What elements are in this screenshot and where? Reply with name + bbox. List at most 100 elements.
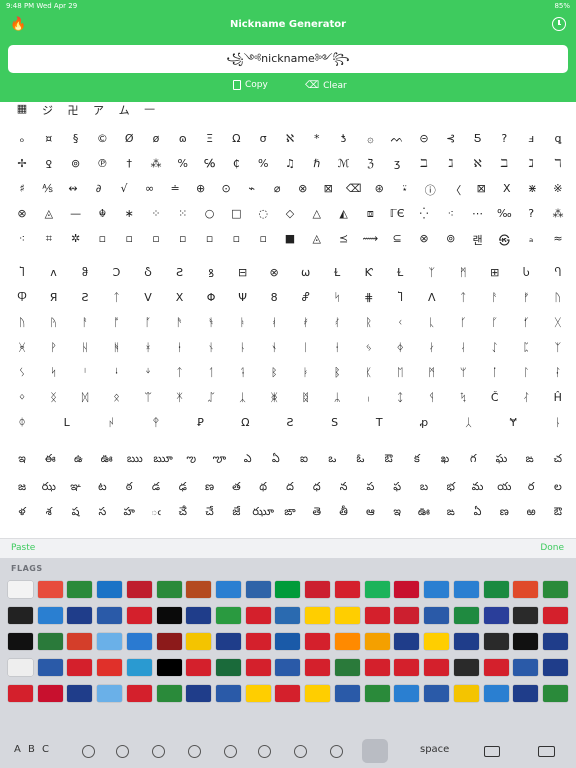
symbol-cell[interactable]: త	[224, 480, 248, 496]
symbol-cell[interactable]: Ⴢ	[136, 266, 160, 281]
flag-emoji[interactable]	[216, 685, 242, 702]
symbol-cell[interactable]: Ψ	[231, 291, 255, 304]
symbol-cell[interactable]: ○	[198, 207, 222, 221]
flag-emoji[interactable]	[453, 581, 479, 598]
symbol-cell[interactable]: ※	[546, 182, 570, 198]
symbol-cell[interactable]: ఙా	[278, 505, 302, 521]
symbol-cell[interactable]: ఏ	[466, 505, 490, 521]
flag-emoji[interactable]	[8, 659, 33, 676]
flag-emoji[interactable]	[67, 659, 93, 676]
symbol-cell[interactable]	[546, 102, 570, 118]
symbol-cell[interactable]: S	[323, 416, 347, 429]
symbol-cell[interactable]: Λ	[420, 291, 444, 304]
symbol-cell[interactable]: ఋ	[123, 452, 147, 468]
flag-emoji[interactable]	[186, 685, 212, 702]
symbol-cell[interactable]: ᛗ	[420, 366, 444, 379]
symbol-cell[interactable]: స	[90, 505, 114, 521]
symbol-cell[interactable]: †	[117, 157, 141, 172]
symbol-cell[interactable]: ᛂ	[325, 341, 349, 354]
symbol-cell[interactable]: ఫ	[385, 480, 409, 496]
symbol-cell[interactable]	[469, 102, 493, 118]
symbol-cell[interactable]: Ɏ	[501, 416, 525, 429]
symbol-cell[interactable]: ఊ	[95, 452, 119, 468]
symbol-cell[interactable]: చ	[546, 452, 570, 468]
symbol-cell[interactable]: ᛨ	[388, 391, 412, 404]
symbol-cell[interactable]: ℷ	[439, 157, 463, 172]
flag-emoji[interactable]	[275, 633, 301, 650]
symbol-cell[interactable]: ᛕ	[357, 366, 381, 379]
symbol-cell[interactable]: ᛓ	[294, 366, 318, 379]
symbol-cell[interactable]: ᛪ	[451, 391, 475, 404]
symbol-cell[interactable]: ◇	[278, 207, 302, 221]
symbol-cell[interactable]: ꝸ	[199, 266, 223, 281]
symbol-cell[interactable]: ℵ	[278, 132, 302, 146]
symbol-cell[interactable]: Ⴑ	[514, 266, 538, 281]
recent-clock-icon[interactable]	[82, 745, 95, 758]
symbol-cell[interactable]: Ω	[224, 132, 248, 146]
symbol-cell[interactable]: ᚤ	[42, 316, 66, 329]
flag-emoji[interactable]	[186, 633, 212, 650]
symbol-cell[interactable]: ⊰	[439, 132, 463, 146]
symbol-cell[interactable]: ⊞	[483, 266, 507, 281]
symbol-cell[interactable]: ✲	[64, 232, 88, 248]
symbol-cell[interactable]: డ	[144, 480, 168, 496]
symbol-cell[interactable]: ᛏ	[168, 366, 192, 379]
symbol-cell[interactable]: ᛤ	[262, 391, 286, 404]
symbol-cell[interactable]: ¤	[37, 132, 61, 146]
symbol-cell[interactable]: —	[64, 207, 88, 221]
symbol-cell[interactable]: ఱ	[519, 505, 543, 521]
symbol-cell[interactable]: ⊠	[469, 182, 493, 198]
symbol-cell[interactable]: ౡ	[207, 452, 231, 468]
symbol-cell[interactable]: ఓ	[348, 452, 372, 468]
symbol-cell[interactable]: చే	[198, 505, 222, 521]
symbol-cell[interactable]: 8	[262, 291, 286, 304]
symbol-cell[interactable]	[418, 102, 442, 118]
flag-emoji[interactable]	[275, 581, 301, 598]
symbol-cell[interactable]: భ	[439, 480, 463, 496]
symbol-cell[interactable]: ᚨ	[483, 291, 507, 304]
flag-emoji[interactable]	[67, 633, 93, 650]
lightbulb-icon[interactable]	[294, 745, 307, 758]
symbol-cell[interactable]: ⓘ	[418, 182, 442, 198]
flag-emoji[interactable]	[275, 659, 301, 676]
flag-emoji[interactable]	[216, 659, 242, 676]
symbol-cell[interactable]: ⁂	[546, 207, 570, 221]
flag-emoji[interactable]	[334, 659, 360, 676]
ball-icon[interactable]	[224, 745, 237, 758]
symbol-cell[interactable]: ఇ	[10, 452, 34, 468]
symbol-cell[interactable]: ᚸ	[10, 341, 34, 354]
symbol-cell[interactable]: తె	[305, 505, 329, 521]
flag-emoji[interactable]	[97, 581, 123, 598]
symbol-cell[interactable]	[444, 102, 468, 118]
symbol-cell[interactable]: ᚲ	[388, 316, 412, 329]
symbol-cell[interactable]: ᛦ	[325, 391, 349, 404]
symbol-cell[interactable]: ᚫ	[168, 316, 192, 329]
flag-emoji[interactable]	[513, 633, 539, 650]
symbol-cell[interactable]: ఉ	[66, 452, 90, 468]
symbol-cell[interactable]: య	[492, 480, 516, 496]
symbol-cell[interactable]: ఁ	[144, 505, 168, 521]
symbol-cell[interactable]: ‰	[492, 207, 516, 221]
symbol-cell[interactable]: ◬	[37, 207, 61, 221]
symbol-cell[interactable]: ■	[278, 232, 302, 248]
symbol-cell[interactable]: ᚶ	[514, 316, 538, 329]
symbol-cell[interactable]: Ⴈ	[388, 291, 412, 304]
flag-emoji[interactable]	[424, 581, 450, 598]
symbol-cell[interactable]: ᛊ	[10, 366, 34, 379]
nickname-input[interactable]: ꧁༺nickname༻꧂	[8, 45, 568, 73]
symbol-cell[interactable]: ᛸ	[457, 416, 481, 429]
symbol-cell[interactable]: Ɫ	[388, 266, 412, 281]
symbol-cell[interactable]: §	[64, 132, 88, 146]
symbol-cell[interactable]: ▫	[171, 232, 195, 248]
symbol-cell[interactable]: △	[305, 207, 329, 221]
symbol-cell[interactable]: Ⴔ	[10, 291, 34, 304]
symbol-cell[interactable]: ఎ	[236, 452, 260, 468]
symbol-cell[interactable]	[342, 102, 366, 118]
symbol-cell[interactable]: ⊠	[316, 182, 340, 198]
symbol-cell[interactable]: ᚭ	[231, 316, 255, 329]
flag-emoji[interactable]	[453, 685, 479, 702]
symbol-cell[interactable]	[189, 102, 213, 118]
flag-emoji[interactable]	[97, 633, 123, 650]
symbol-cell[interactable]: ᛌ	[73, 366, 97, 379]
symbol-cell[interactable]: ᛞ	[73, 391, 97, 404]
